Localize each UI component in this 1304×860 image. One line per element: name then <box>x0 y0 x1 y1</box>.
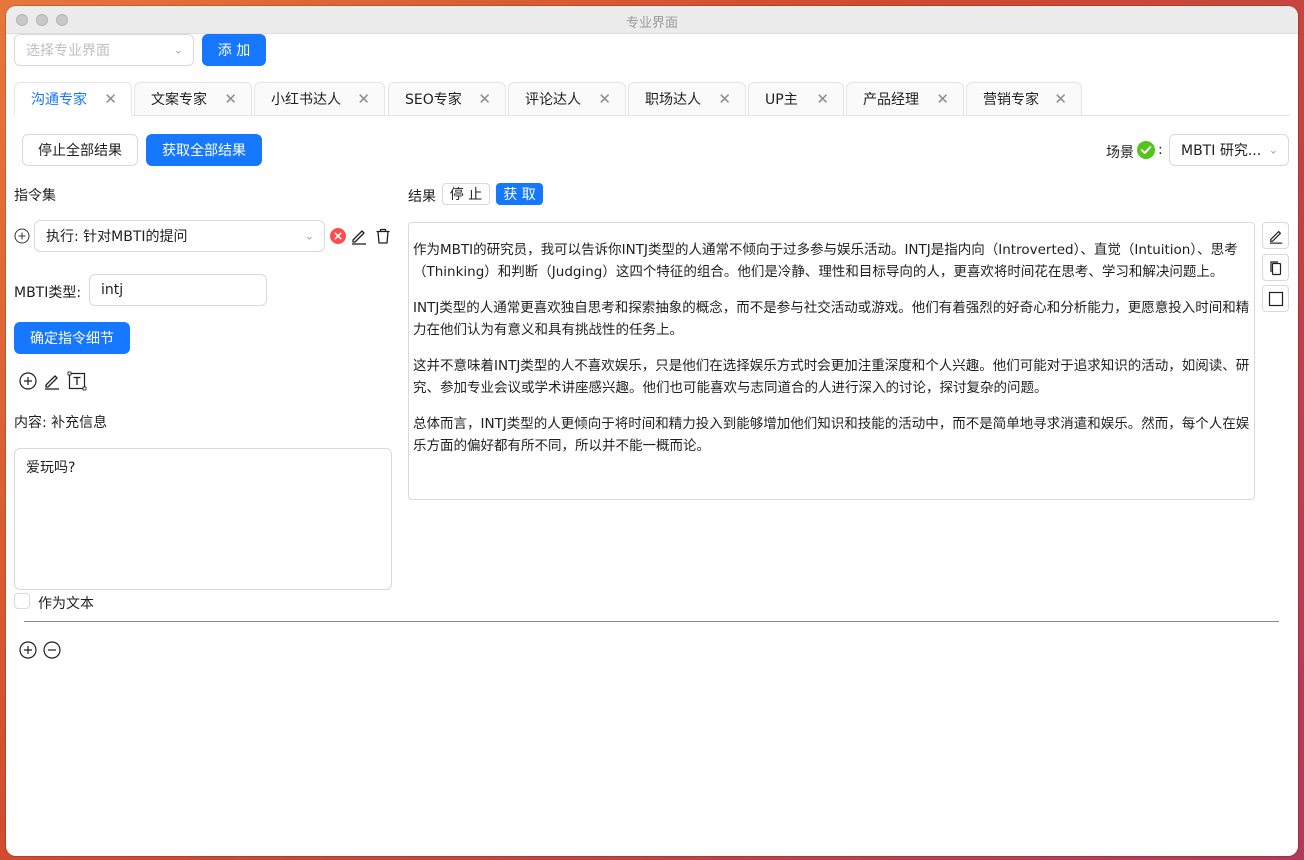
tab-label: 沟通专家 <box>31 92 87 108</box>
tab-copywriting-expert[interactable]: 文案专家 ✕ <box>134 82 252 116</box>
result-paragraph: 这并不意味着INTJ类型的人不喜欢娱乐，只是他们在选择娱乐方式时会更加注重深度和… <box>413 358 1250 396</box>
tab-product-manager[interactable]: 产品经理 ✕ <box>846 82 964 116</box>
result-content: 作为MBTI的研究员，我可以告诉你INTJ类型的人通常不倾向于过多参与娱乐活动。… <box>408 222 1255 500</box>
content-textarea-value: 爱玩吗? <box>26 460 76 476</box>
chevron-down-icon: ⌄ <box>1268 143 1278 157</box>
tab-label: 营销专家 <box>983 92 1039 108</box>
copy-icon <box>1268 260 1284 276</box>
tab-seo-expert[interactable]: SEO专家 ✕ <box>388 82 506 116</box>
confirm-command-button[interactable]: 确定指令细节 <box>14 322 130 354</box>
text-box-icon[interactable] <box>67 371 87 391</box>
close-icon[interactable]: ✕ <box>718 90 731 108</box>
close-icon[interactable]: ✕ <box>936 90 949 108</box>
tab-label: 职场达人 <box>645 92 701 108</box>
trash-icon[interactable] <box>374 227 392 245</box>
tab-communication-expert[interactable]: 沟通专家 ✕ <box>14 82 132 116</box>
result-stop-button[interactable]: 停 止 <box>442 183 490 205</box>
close-icon[interactable]: ✕ <box>104 90 117 108</box>
tab-label: 文案专家 <box>151 92 207 108</box>
chevron-down-icon: ⌄ <box>173 43 183 57</box>
result-paragraph: 作为MBTI的研究员，我可以告诉你INTJ类型的人通常不倾向于过多参与娱乐活动。… <box>413 242 1238 280</box>
square-icon <box>1268 291 1284 307</box>
copy-result-button[interactable] <box>1262 254 1289 281</box>
title-bar: 专业界面 <box>6 6 1298 34</box>
tab-workplace-expert[interactable]: 职场达人 ✕ <box>628 82 746 116</box>
remove-circle-icon[interactable] <box>330 228 346 244</box>
get-all-button[interactable]: 获取全部结果 <box>146 134 262 166</box>
content-textarea[interactable]: 爱玩吗? <box>14 448 392 590</box>
close-icon[interactable]: ✕ <box>816 90 829 108</box>
command-select-value: 执行: 针对MBTI的提问 <box>46 229 188 245</box>
result-label: 结果 <box>408 189 436 205</box>
mbti-type-label: MBTI类型: <box>14 285 82 301</box>
result-paragraph: INTJ类型的人通常更喜欢独自思考和探索抽象的概念，而不是参与社交活动或游戏。他… <box>413 300 1250 338</box>
command-select[interactable]: 执行: 针对MBTI的提问 ⌄ <box>34 220 325 252</box>
as-text-checkbox[interactable] <box>14 593 30 609</box>
tab-marketing-expert[interactable]: 营销专家 ✕ <box>966 82 1082 116</box>
edit-icon <box>1268 228 1284 244</box>
tab-label: 产品经理 <box>863 92 919 108</box>
chevron-down-icon: ⌄ <box>304 229 314 243</box>
add-circle-icon[interactable] <box>19 372 37 390</box>
tab-label: SEO专家 <box>405 92 462 108</box>
interface-select-placeholder: 选择专业界面 <box>26 43 110 59</box>
scene-colon: : <box>1158 142 1163 158</box>
scene-label: 场景 <box>1106 145 1134 161</box>
mbti-type-input[interactable]: intj <box>89 274 267 306</box>
close-icon[interactable]: ✕ <box>478 90 491 108</box>
add-button[interactable]: 添 加 <box>202 34 266 66</box>
scene-select[interactable]: MBTI 研究... ⌄ <box>1169 134 1289 166</box>
scene-select-value: MBTI 研究... <box>1181 143 1262 159</box>
close-icon[interactable]: ✕ <box>598 90 611 108</box>
tab-label: UP主 <box>765 92 798 108</box>
content-label: 内容: 补充信息 <box>14 415 108 431</box>
mbti-type-value: intj <box>101 282 124 298</box>
remove-circle-icon[interactable] <box>43 641 61 659</box>
app-window: 专业界面 选择专业界面 ⌄ 添 加 沟通专家 ✕ 文案专家 ✕ 小红书达人 ✕ … <box>6 6 1298 856</box>
close-icon[interactable]: ✕ <box>1054 90 1067 108</box>
commands-heading: 指令集 <box>14 188 56 204</box>
result-get-button[interactable]: 获 取 <box>496 183 543 205</box>
stop-all-button[interactable]: 停止全部结果 <box>22 134 138 166</box>
interface-select[interactable]: 选择专业界面 ⌄ <box>14 34 194 66</box>
tab-up-host[interactable]: UP主 ✕ <box>748 82 844 116</box>
edit-icon[interactable] <box>43 372 61 390</box>
result-paragraph: 总体而言，INTJ类型的人更倾向于将时间和精力投入到能够增加他们知识和技能的活动… <box>413 416 1250 454</box>
tab-label: 小红书达人 <box>271 92 341 108</box>
edit-icon[interactable] <box>350 227 368 245</box>
as-text-label: 作为文本 <box>38 596 94 612</box>
tab-review-expert[interactable]: 评论达人 ✕ <box>508 82 626 116</box>
window-title: 专业界面 <box>625 16 678 31</box>
tab-label: 评论达人 <box>525 92 581 108</box>
tab-xiaohongshu-expert[interactable]: 小红书达人 ✕ <box>254 82 385 116</box>
check-circle-icon <box>1137 141 1155 159</box>
select-result-button[interactable] <box>1262 285 1289 312</box>
close-icon[interactable]: ✕ <box>357 90 370 108</box>
edit-result-button[interactable] <box>1262 222 1289 249</box>
add-circle-icon[interactable] <box>19 641 37 659</box>
add-circle-icon[interactable] <box>14 228 30 244</box>
close-icon[interactable]: ✕ <box>224 90 237 108</box>
section-divider <box>24 621 1279 622</box>
